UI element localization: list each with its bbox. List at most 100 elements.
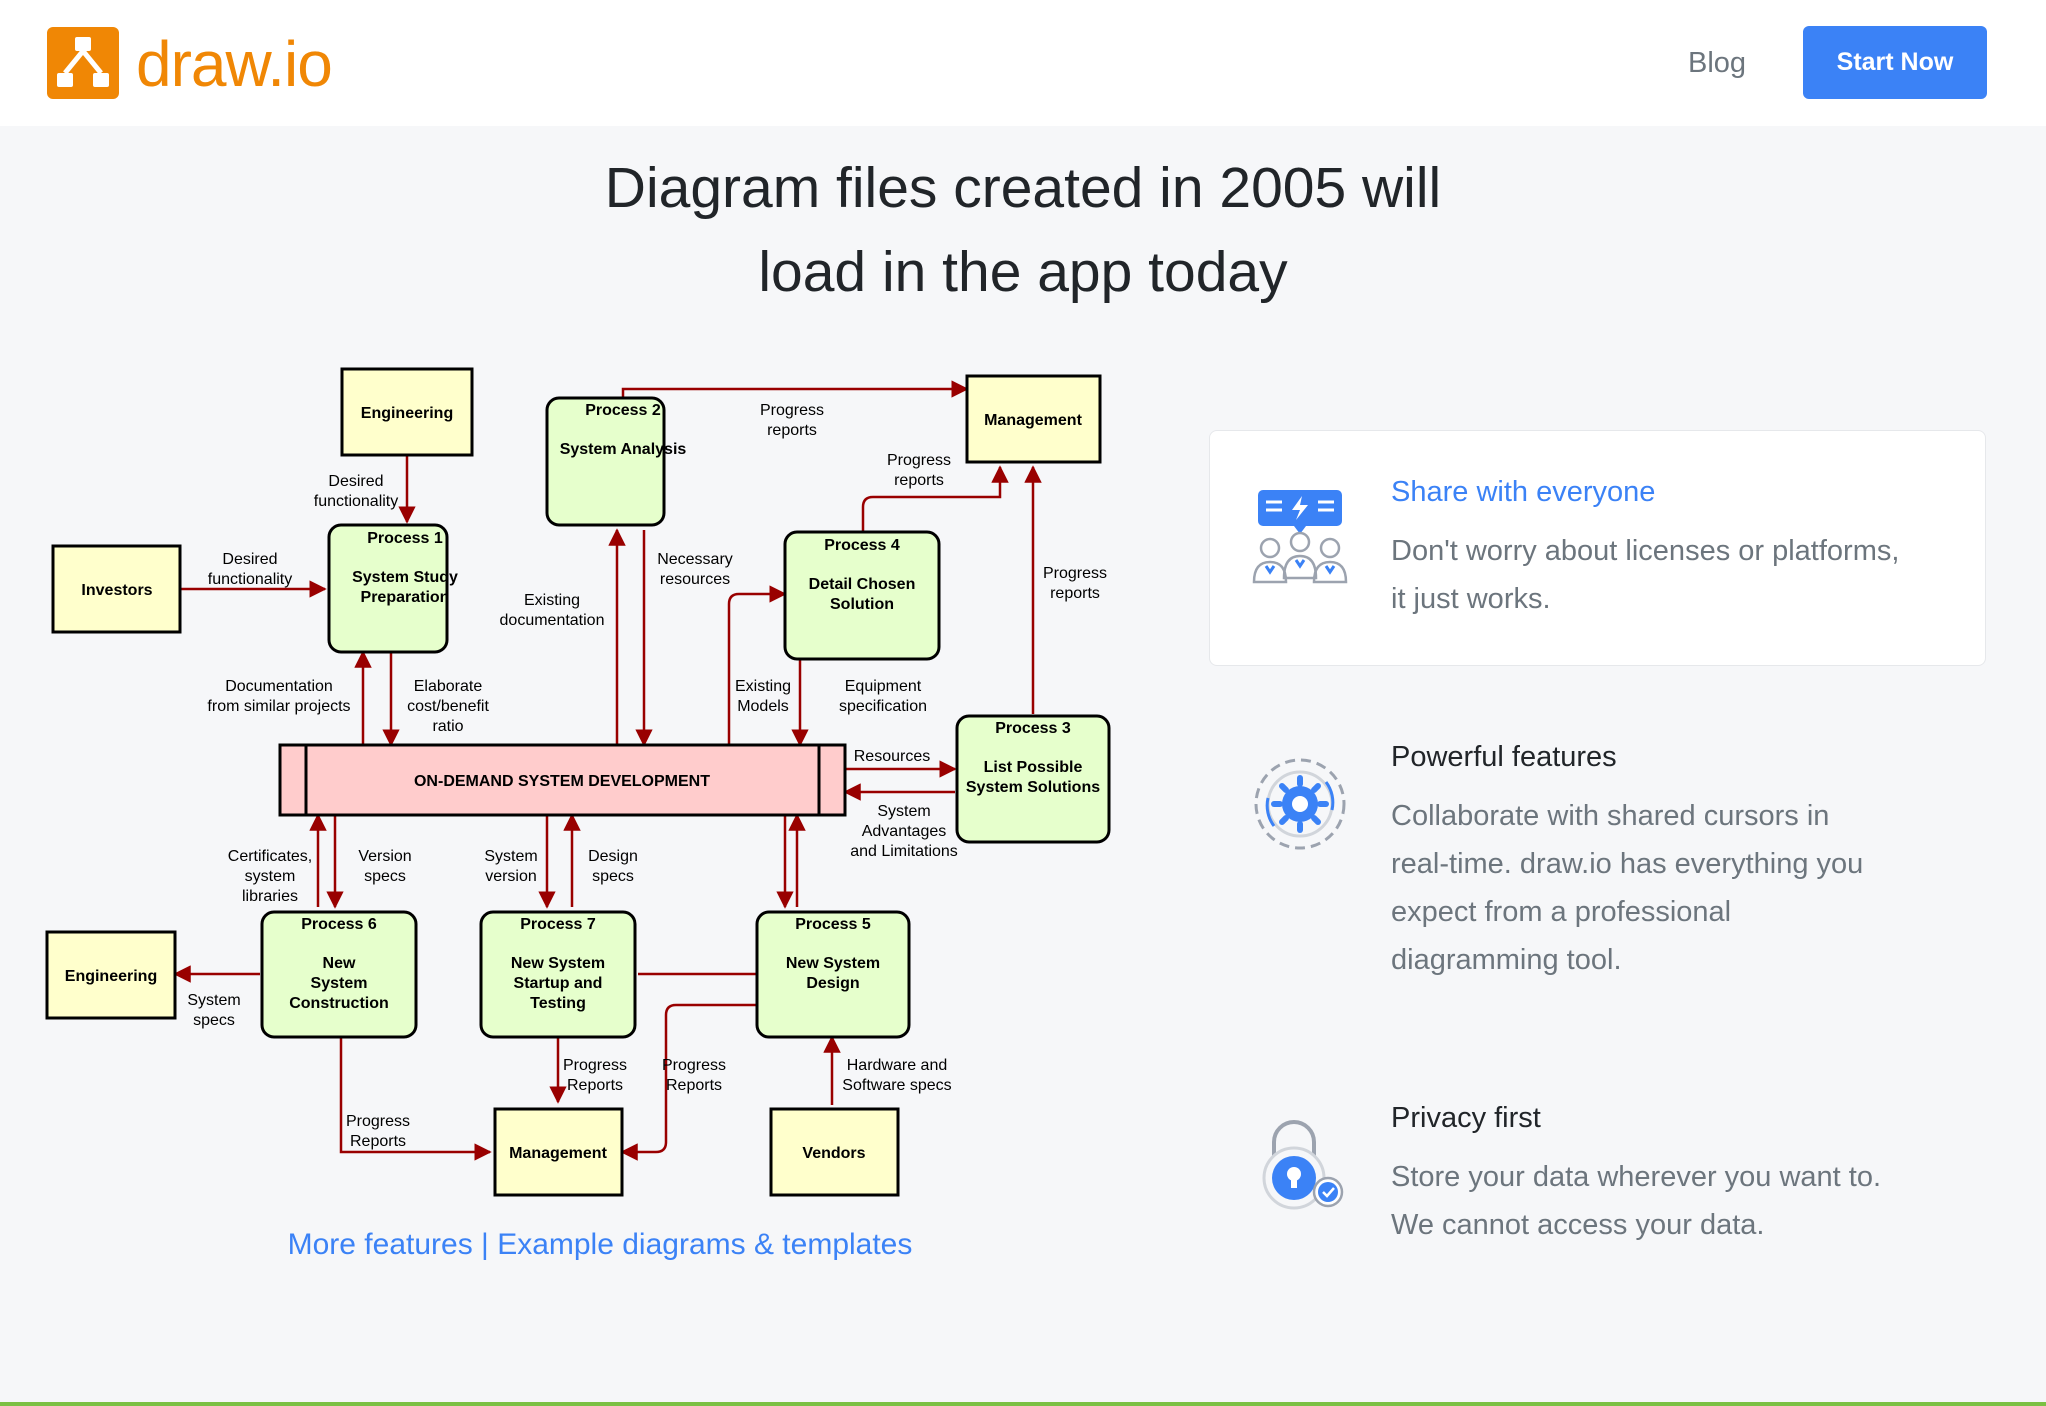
label-existing-models-1: Existing — [735, 678, 791, 695]
label-progress-p4-1: Progress — [887, 452, 951, 469]
label-hardware-2: Software specs — [842, 1077, 951, 1094]
label-existing-models-2: Models — [737, 698, 789, 715]
label-system-version-2: version — [485, 868, 537, 885]
label-equipment-2: specification — [839, 698, 927, 715]
process-1-title: Process 1 — [367, 530, 443, 547]
label-hardware-1: Hardware and — [847, 1057, 948, 1074]
label-progress-p6-2: Reports — [350, 1133, 406, 1150]
site-header: draw.io Blog Start Now — [0, 0, 2046, 126]
feature-text-privacy-2: We cannot access your data. — [1391, 1209, 1765, 1241]
process-3-line1: List Possible — [984, 759, 1083, 776]
label-elaborate-1: Elaborate — [414, 678, 483, 695]
process-3-title: Process 3 — [995, 720, 1071, 737]
process-5-line2: Design — [806, 975, 859, 992]
flow-central-p4 — [727, 585, 787, 745]
entity-investors: Investors — [81, 582, 152, 599]
label-system-specs-1: System — [187, 992, 240, 1009]
label-certificates-1: Certificates, — [228, 848, 312, 865]
process-2-title: Process 2 — [585, 402, 661, 419]
label-existing-doc-1: Existing — [524, 592, 580, 609]
label-necessary-2: resources — [660, 571, 730, 588]
label-design-specs-1: Design — [588, 848, 638, 865]
process-4-line1: Detail Chosen — [809, 576, 916, 593]
example-diagrams-link[interactable]: Example diagrams & templates — [497, 1228, 912, 1261]
label-version-specs-1: Version — [358, 848, 411, 865]
label-documentation-1: Documentation — [225, 678, 333, 695]
process-6-line1: New — [323, 955, 356, 972]
label-version-specs-2: specs — [364, 868, 406, 885]
label-progress-top-2: reports — [767, 422, 817, 439]
feature-title-powerful: Powerful features — [1391, 741, 1617, 773]
entity-management-top: Management — [984, 412, 1082, 429]
feature-text-powerful-3: expect from a professional — [1391, 896, 1732, 928]
flow-p2-mgmt — [621, 380, 969, 398]
label-progress-p3-1: Progress — [1043, 565, 1107, 582]
label-desired-func-top-1: Desired — [328, 473, 383, 490]
label-elaborate-3: ratio — [432, 718, 463, 735]
headline-line-1: Diagram files created in 2005 will — [604, 156, 1442, 220]
label-progress-p3-2: reports — [1050, 585, 1100, 602]
label-desired-func-left-1: Desired — [222, 551, 277, 568]
label-progress-p6-1: Progress — [346, 1113, 410, 1130]
label-documentation-2: from similar projects — [207, 698, 350, 715]
feature-title-share: Share with everyone — [1391, 476, 1656, 508]
label-existing-doc-2: documentation — [500, 612, 605, 629]
process-4-line2: Solution — [830, 596, 894, 613]
drawio-logo-icon[interactable] — [47, 27, 119, 99]
process-5-line1: New System — [786, 955, 880, 972]
label-certificates-3: libraries — [242, 888, 298, 905]
label-design-specs-2: specs — [592, 868, 634, 885]
process-2-line1: System Analysis — [560, 441, 687, 458]
label-elaborate-2: cost/benefit — [407, 698, 489, 715]
entity-vendors: Vendors — [802, 1145, 865, 1162]
label-progress-p5-2: Reports — [666, 1077, 722, 1094]
logo-text[interactable]: draw.io — [136, 24, 333, 104]
feature-text-powerful-2: real-time. draw.io has everything you — [1391, 848, 1864, 880]
label-advantages-3: and Limitations — [850, 843, 958, 860]
label-equipment-1: Equipment — [845, 678, 922, 695]
process-6-line3: Construction — [289, 995, 389, 1012]
label-resources: Resources — [854, 748, 930, 765]
central-process-label: ON-DEMAND SYSTEM DEVELOPMENT — [414, 773, 710, 790]
page-headline: Diagram files created in 2005 will load … — [330, 146, 1716, 314]
more-features-link[interactable]: More features — [288, 1228, 473, 1261]
label-progress-p5-1: Progress — [662, 1057, 726, 1074]
blog-link[interactable]: Blog — [1688, 44, 1746, 82]
label-certificates-2: system — [245, 868, 296, 885]
process-6-title: Process 6 — [301, 916, 377, 933]
example-dfd-diagram: ON-DEMAND SYSTEM DEVELOPMENT Engineering… — [40, 362, 1120, 1217]
feature-text-share-2: it just works. — [1391, 583, 1551, 615]
process-1-line2: Preparation — [361, 589, 450, 606]
label-advantages-1: System — [877, 803, 930, 820]
process-7-line2: Startup and — [514, 975, 603, 992]
label-progress-top-1: Progress — [760, 402, 824, 419]
process-5-title: Process 5 — [795, 916, 871, 933]
feature-title-privacy: Privacy first — [1391, 1102, 1541, 1134]
gear-features-icon — [1248, 752, 1352, 856]
process-1-line1: System Study — [352, 569, 458, 586]
label-system-specs-2: specs — [193, 1012, 235, 1029]
process-7-line1: New System — [511, 955, 605, 972]
feature-text-share-1: Don't worry about licenses or platforms, — [1391, 535, 1900, 567]
start-now-button[interactable]: Start Now — [1803, 26, 1987, 99]
feature-text-powerful-4: diagramming tool. — [1391, 944, 1622, 976]
bottom-links: More features | Example diagrams & templ… — [40, 1224, 1160, 1266]
process-3-line2: System Solutions — [966, 779, 1100, 796]
label-desired-func-left-2: functionality — [208, 571, 293, 588]
padlock-icon — [1248, 1112, 1352, 1216]
label-progress-p4-2: reports — [894, 472, 944, 489]
label-system-version-1: System — [484, 848, 537, 865]
label-necessary-1: Necessary — [657, 551, 733, 568]
label-advantages-2: Advantages — [862, 823, 947, 840]
label-progress-p7-1: Progress — [563, 1057, 627, 1074]
process-7-title: Process 7 — [520, 916, 596, 933]
share-users-icon — [1248, 486, 1352, 590]
process-4-title: Process 4 — [824, 537, 900, 554]
footer-accent-line — [0, 1402, 2046, 1406]
entity-management-bottom: Management — [509, 1145, 607, 1162]
process-7-line3: Testing — [530, 995, 586, 1012]
process-6-line2: System — [311, 975, 368, 992]
feature-text-powerful-1: Collaborate with shared cursors in — [1391, 800, 1830, 832]
entity-engineering-left: Engineering — [65, 968, 157, 985]
headline-line-2: load in the app today — [758, 240, 1288, 304]
